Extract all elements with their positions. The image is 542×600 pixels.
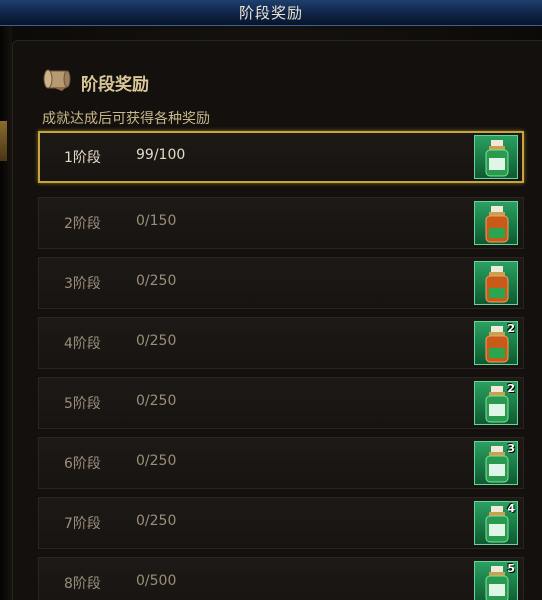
stage-label: 7阶段: [64, 516, 101, 532]
stage-progress: 0/250: [136, 333, 177, 349]
reward-count: 2: [507, 322, 515, 335]
window-title-bar[interactable]: 阶段奖励: [0, 0, 542, 26]
stage-row-8[interactable]: 8阶段 0/500 5: [38, 557, 524, 600]
reward-slot[interactable]: [474, 135, 518, 179]
stage-progress: 0/250: [136, 453, 177, 469]
stage-progress: 0/250: [136, 393, 177, 409]
section-description: 成就达成后可获得各种奖励: [42, 111, 210, 127]
reward-slot[interactable]: [474, 201, 518, 245]
stage-progress: 99/100: [136, 147, 186, 163]
reward-slot[interactable]: 4: [474, 501, 518, 545]
reward-count: 4: [507, 502, 515, 515]
stage-row-2[interactable]: 2阶段 0/150: [38, 197, 524, 249]
frame-ornament: [0, 121, 7, 161]
window-title: 阶段奖励: [238, 4, 303, 22]
stage-label: 6阶段: [64, 456, 101, 472]
reward-slot[interactable]: [474, 261, 518, 305]
potion-icon: [485, 206, 509, 243]
scroll-icon: [42, 67, 72, 93]
stage-label: 2阶段: [64, 216, 101, 232]
section-title: 阶段奖励: [81, 75, 149, 95]
reward-count: 5: [507, 562, 515, 575]
stage-label: 1阶段: [64, 150, 101, 166]
stage-label: 8阶段: [64, 576, 101, 592]
stage-reward-window: 阶段奖励 阶段奖励 成就达成后可获得各种奖励 1阶段 99/100 2阶段 0/…: [0, 0, 542, 600]
stage-progress: 0/250: [136, 273, 177, 289]
stage-progress: 0/150: [136, 213, 177, 229]
reward-slot[interactable]: 2: [474, 381, 518, 425]
potion-icon: [485, 266, 509, 303]
stage-label: 4阶段: [64, 336, 101, 352]
reward-count: 3: [507, 442, 515, 455]
potion-icon: [485, 140, 509, 177]
reward-slot[interactable]: 3: [474, 441, 518, 485]
stage-label: 5阶段: [64, 396, 101, 412]
stage-row-7[interactable]: 7阶段 0/250 4: [38, 497, 524, 549]
reward-slot[interactable]: 5: [474, 561, 518, 600]
stage-label: 3阶段: [64, 276, 101, 292]
stage-row-6[interactable]: 6阶段 0/250 3: [38, 437, 524, 489]
stage-row-5[interactable]: 5阶段 0/250 2: [38, 377, 524, 429]
reward-slot[interactable]: 2: [474, 321, 518, 365]
stage-row-3[interactable]: 3阶段 0/250: [38, 257, 524, 309]
left-frame-edge: [0, 26, 12, 600]
stage-progress: 0/250: [136, 513, 177, 529]
stage-row-1[interactable]: 1阶段 99/100: [38, 131, 524, 183]
stage-progress: 0/500: [136, 573, 177, 589]
reward-count: 2: [507, 382, 515, 395]
stage-row-4[interactable]: 4阶段 0/250 2: [38, 317, 524, 369]
